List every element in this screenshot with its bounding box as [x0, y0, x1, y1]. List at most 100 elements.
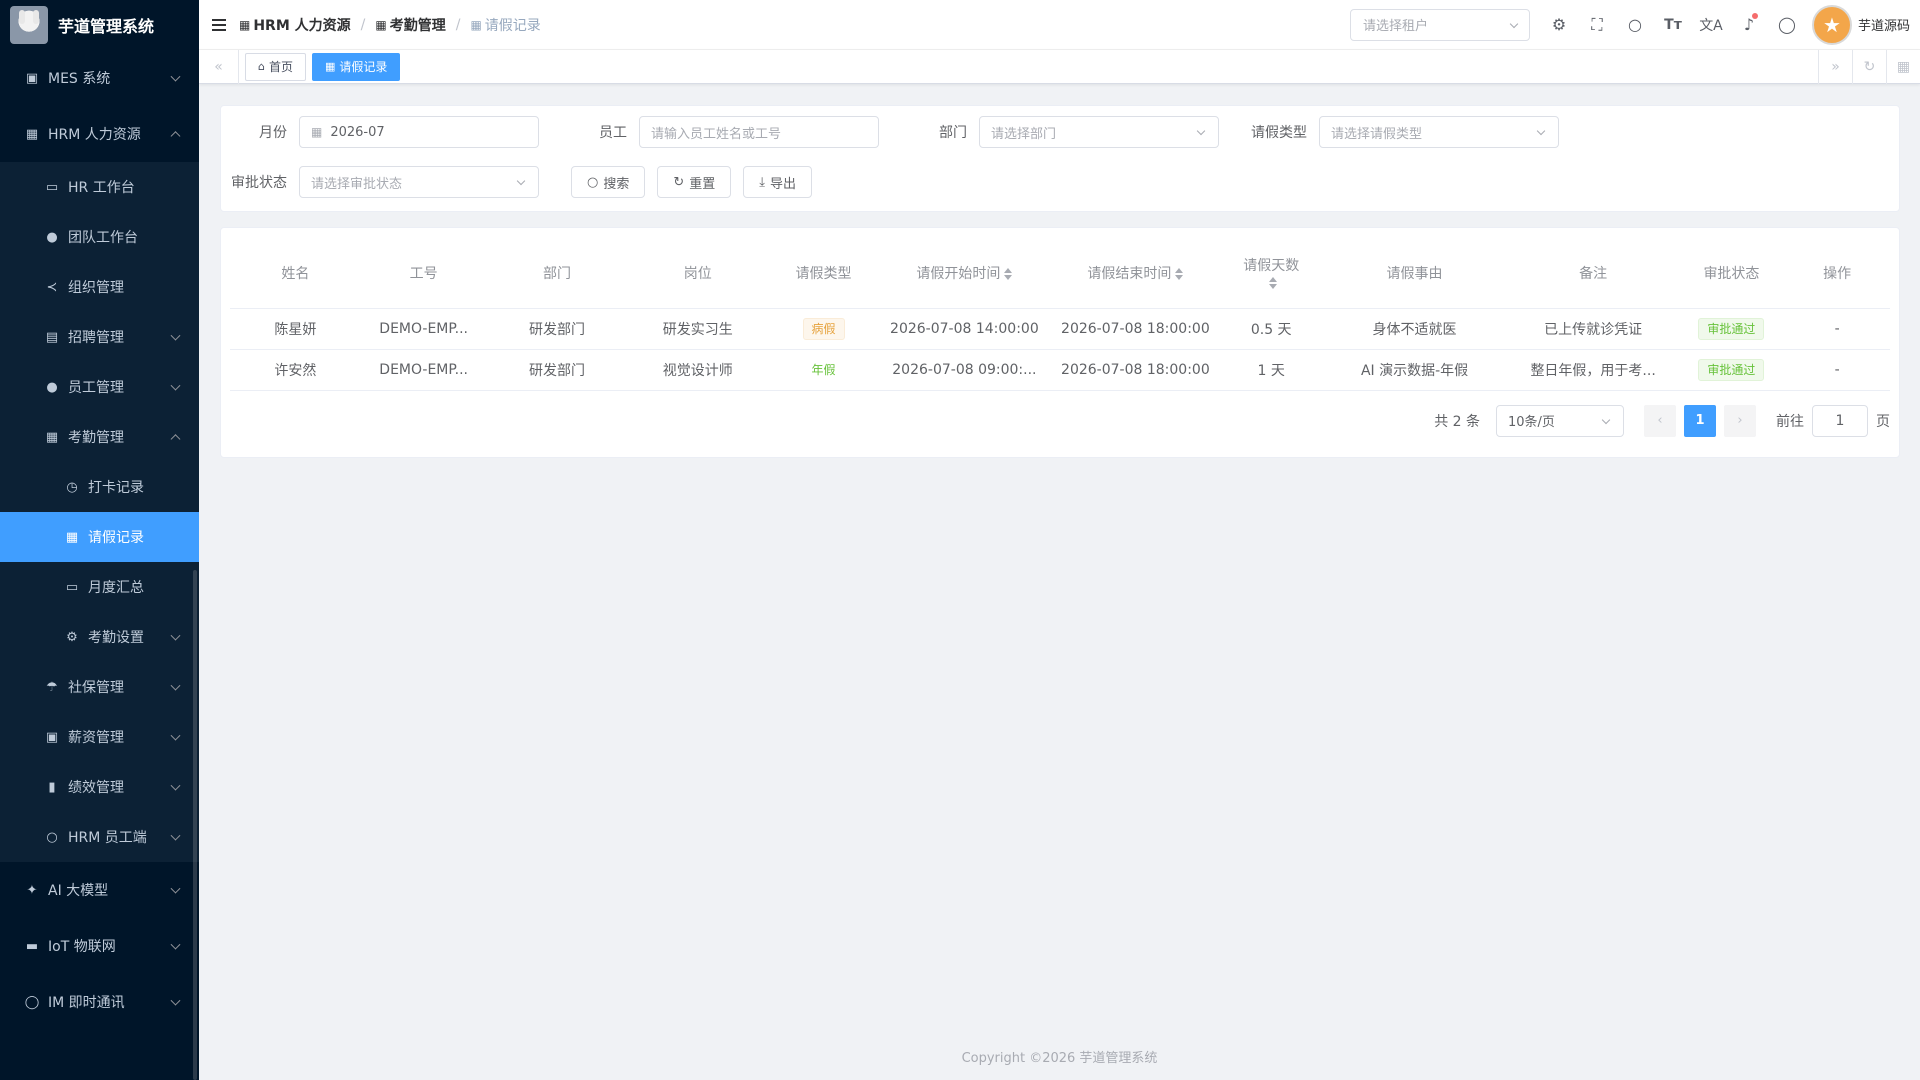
sidebar-item-label: HR 工作台 — [68, 180, 135, 196]
sidebar-item-performance[interactable]: ▮ 绩效管理 — [0, 762, 199, 812]
notification-dot — [1751, 12, 1758, 19]
th-end[interactable]: 请假结束时间 — [1049, 238, 1221, 309]
sidebar-item-hrm[interactable]: ▦ HRM 人力资源 — [0, 106, 199, 162]
tenant-select[interactable]: 请选择租户 — [1349, 8, 1530, 41]
cell-start: 2026-07-08 14:00:00 — [878, 308, 1050, 350]
chevron-up-icon — [170, 131, 181, 142]
form-item-dept: 部门 请选择部门 — [911, 116, 1219, 148]
monitor-icon: ▭ — [65, 579, 79, 595]
table-row: 陈星妍 DEMO-EMP... 研发部门 研发实习生 病假 2026-07-08… — [230, 308, 1890, 350]
breadcrumb-item[interactable]: ▦ HRM 人力资源 — [239, 15, 351, 35]
form-item-month: 月份 ▦ 2026-07 — [231, 116, 539, 148]
cell-status: 审批通过 — [1678, 349, 1785, 391]
leave-type-tag: 病假 — [802, 317, 845, 340]
status-placeholder: 请选择审批状态 — [311, 176, 403, 192]
tags-scroll-left-icon[interactable]: « — [199, 49, 239, 84]
goto-suffix: 页 — [1876, 413, 1890, 430]
leave-type-label: 请假类型 — [1251, 125, 1307, 141]
chat-icon[interactable]: ◯ — [1768, 0, 1806, 50]
sidebar-item-leave-records[interactable]: ▦ 请假记录 — [0, 512, 199, 562]
cell-type: 年假 — [768, 349, 879, 391]
sidebar-item-monthly-summary[interactable]: ▭ 月度汇总 — [0, 562, 199, 612]
employee-input[interactable]: 请输入员工姓名或工号 — [639, 116, 879, 148]
sidebar-item-employee[interactable]: ● 员工管理 — [0, 362, 199, 412]
th-code: 工号 — [360, 238, 487, 309]
sidebar-item-social-security[interactable]: ☂ 社保管理 — [0, 662, 199, 712]
sidebar-item-hr-workbench[interactable]: ▭ HR 工作台 — [0, 162, 199, 212]
th-days[interactable]: 请假天数 — [1220, 238, 1322, 309]
hamburger-icon[interactable] — [199, 0, 239, 50]
sidebar-item-clock-records[interactable]: ◷ 打卡记录 — [0, 462, 199, 512]
sidebar-item-label: 招聘管理 — [68, 330, 124, 346]
th-remark: 备注 — [1507, 238, 1679, 309]
chevron-down-icon — [1601, 415, 1611, 424]
sidebar-item-hrm-employee[interactable]: ○ HRM 员工端 — [0, 812, 199, 862]
font-size-icon[interactable]: Tт — [1654, 0, 1692, 50]
tag-leave-records[interactable]: ▦ 请假记录 — [312, 52, 401, 81]
th-status: 审批状态 — [1678, 238, 1785, 309]
grid-menu-icon[interactable]: ▦ — [1886, 49, 1920, 84]
sort-icon[interactable] — [1269, 276, 1278, 289]
sort-icon[interactable] — [1004, 267, 1013, 280]
sidebar-scrollbar[interactable] — [193, 570, 197, 1080]
th-start[interactable]: 请假开始时间 — [878, 238, 1050, 309]
sidebar-item-attendance-settings[interactable]: ⚙ 考勤设置 — [0, 612, 199, 662]
sort-icon[interactable] — [1175, 267, 1184, 280]
dept-select[interactable]: 请选择部门 — [979, 116, 1219, 148]
cell-name: 陈星妍 — [230, 308, 361, 350]
sidebar-item-recruit[interactable]: ▤ 招聘管理 — [0, 312, 199, 362]
logo[interactable]: 芋道管理系统 — [0, 0, 199, 50]
cell-post: 视觉设计师 — [627, 349, 769, 391]
reset-button[interactable]: ↻ 重置 — [657, 166, 732, 198]
sidebar-item-ai[interactable]: ✦ AI 大模型 — [0, 862, 199, 918]
prev-page-button[interactable]: ‹ — [1644, 404, 1676, 437]
cell-dept: 研发部门 — [486, 349, 628, 391]
tag-label: 首页 — [268, 60, 293, 74]
cell-remark: 整日年假，用于考... — [1507, 349, 1679, 391]
employee-placeholder: 请输入员工姓名或工号 — [651, 126, 782, 142]
leave-type-placeholder: 请选择请假类型 — [1331, 126, 1423, 142]
chevron-down-icon — [170, 883, 181, 894]
page-size-value: 10条/页 — [1508, 415, 1555, 430]
page-size-select[interactable]: 10条/页 — [1496, 404, 1624, 437]
breadcrumb-item[interactable]: ▦ 考勤管理 — [375, 15, 445, 35]
sidebar-item-attendance[interactable]: ▦ 考勤管理 — [0, 412, 199, 462]
translate-icon[interactable]: 文A — [1692, 0, 1730, 50]
gear-icon[interactable]: ⚙ — [1540, 0, 1578, 50]
tag-home[interactable]: ⌂ 首页 — [245, 52, 306, 81]
tags-scroll-right-icon[interactable]: » — [1818, 49, 1852, 84]
chevron-down-icon — [170, 939, 181, 950]
pagination: 共 2 条 10条/页 ‹ 1 › 前往 1 页 — [230, 404, 1890, 437]
office-building-icon: ▦ — [25, 126, 39, 142]
month-picker[interactable]: ▦ 2026-07 — [299, 116, 539, 148]
table-row: 许安然 DEMO-EMP... 研发部门 视觉设计师 年假 2026-07-08… — [230, 349, 1890, 391]
form-item-employee: 员工 请输入员工姓名或工号 — [571, 116, 879, 148]
th-post: 岗位 — [627, 238, 769, 309]
th-reason: 请假事由 — [1321, 238, 1508, 309]
user-icon: ○ — [46, 829, 58, 845]
status-select[interactable]: 请选择审批状态 — [299, 166, 539, 198]
export-button[interactable]: ⤓ 导出 — [743, 166, 813, 198]
refresh-icon[interactable]: ↻ — [1852, 49, 1886, 84]
leave-type-select[interactable]: 请选择请假类型 — [1319, 116, 1559, 148]
fullscreen-icon[interactable]: ⛶ — [1578, 0, 1616, 50]
sidebar-item-salary[interactable]: ▣ 薪资管理 — [0, 712, 199, 762]
leave-type-tag: 年假 — [802, 358, 845, 381]
gear-icon: ⚙ — [66, 629, 78, 645]
page-number-current[interactable]: 1 — [1684, 404, 1716, 437]
sidebar-item-mes[interactable]: ▣ MES 系统 — [0, 50, 199, 106]
sidebar-item-iot[interactable]: ▬ IoT 物联网 — [0, 918, 199, 974]
cell-op: - — [1784, 349, 1890, 391]
user-menu[interactable]: ★ 芋道源码 — [1811, 4, 1910, 45]
search-button[interactable]: ○ 搜索 — [571, 166, 646, 198]
sidebar-item-im[interactable]: ◯ IM 即时通讯 — [0, 974, 199, 1030]
next-page-button[interactable]: › — [1724, 404, 1756, 437]
goto-input[interactable]: 1 — [1812, 404, 1868, 437]
bell-icon[interactable]: ♪ — [1730, 0, 1768, 50]
attendance-submenu: ◷ 打卡记录 ▦ 请假记录 ▭ 月度汇总 ⚙ 考勤设置 — [0, 462, 199, 662]
cell-name: 许安然 — [230, 349, 361, 391]
search-icon[interactable]: ○ — [1616, 0, 1654, 50]
sidebar-item-org[interactable]: ≺ 组织管理 — [0, 262, 199, 312]
th-end-label: 请假结束时间 — [1087, 265, 1172, 282]
sidebar-item-team-workbench[interactable]: ● 团队工作台 — [0, 212, 199, 262]
